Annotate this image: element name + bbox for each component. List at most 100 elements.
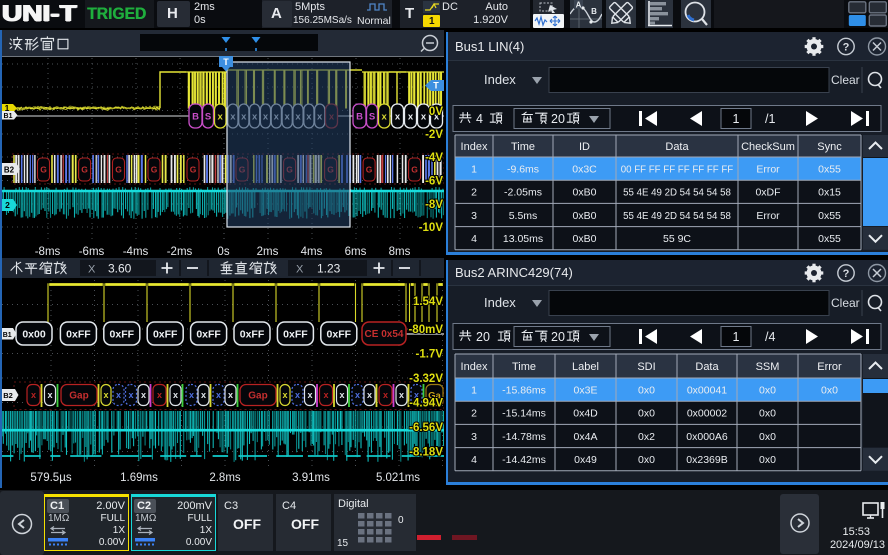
svg-text:3: 3 <box>471 210 477 222</box>
svg-text:0x0: 0x0 <box>638 384 655 396</box>
svg-text:3: 3 <box>471 431 477 443</box>
svg-text:ID: ID <box>579 141 590 153</box>
svg-text:SDI: SDI <box>637 361 655 373</box>
svg-text:Index: Index <box>461 141 488 153</box>
svg-text:20: 20 <box>551 112 565 126</box>
svg-text:-6.56V: -6.56V <box>409 422 443 434</box>
svg-text:0x000A6: 0x000A6 <box>686 431 728 443</box>
svg-text:4: 4 <box>471 454 477 466</box>
svg-text:-8V: -8V <box>425 199 443 211</box>
svg-text:Error: Error <box>817 361 842 373</box>
svg-text:x: x <box>128 390 133 400</box>
svg-text:G: G <box>151 165 158 175</box>
svg-text:x: x <box>216 390 221 400</box>
svg-text:0xFF: 0xFF <box>327 328 352 340</box>
svg-text:x: x <box>421 111 427 122</box>
svg-text:0xDF: 0xDF <box>755 187 780 199</box>
svg-text:8ms: 8ms <box>389 246 411 258</box>
svg-text:13.05ms: 13.05ms <box>503 233 543 245</box>
svg-text:-10V: -10V <box>419 222 444 234</box>
svg-text:x: x <box>367 390 372 400</box>
svg-text:x: x <box>103 390 108 400</box>
svg-text:Error: Error <box>756 163 780 175</box>
svg-text:x: x <box>382 111 388 122</box>
svg-text:1.54V: 1.54V <box>413 296 443 308</box>
svg-text:-4V: -4V <box>425 152 443 164</box>
svg-text:T: T <box>433 81 439 91</box>
svg-text:20: 20 <box>551 330 565 344</box>
svg-text:0x0: 0x0 <box>638 408 655 420</box>
svg-text:x: x <box>408 111 414 122</box>
svg-text:0x3C: 0x3C <box>572 163 597 175</box>
svg-text:0x0: 0x0 <box>759 431 776 443</box>
svg-text:X: X <box>296 264 304 276</box>
svg-text:-3.32V: -3.32V <box>409 373 443 385</box>
svg-text:5.021ms: 5.021ms <box>376 472 420 484</box>
svg-text:2.8ms: 2.8ms <box>209 472 241 484</box>
svg-text:x: x <box>228 390 233 400</box>
svg-text:1: 1 <box>471 384 477 396</box>
svg-text:0x55: 0x55 <box>818 210 841 222</box>
svg-text:0x15: 0x15 <box>818 187 841 199</box>
svg-text:x: x <box>395 111 401 122</box>
svg-text:G: G <box>40 165 47 175</box>
svg-text:X: X <box>88 264 96 276</box>
svg-text:0x2: 0x2 <box>638 431 655 443</box>
svg-text:0x49: 0x49 <box>574 454 597 466</box>
svg-text:?: ? <box>843 42 850 54</box>
svg-text:-4ms: -4ms <box>123 246 149 258</box>
svg-text:1.23: 1.23 <box>317 262 341 276</box>
svg-text:0x4D: 0x4D <box>573 408 598 420</box>
svg-text:1.69ms: 1.69ms <box>120 472 158 484</box>
svg-text:4: 4 <box>476 112 483 126</box>
svg-text:4ms: 4ms <box>301 246 323 258</box>
svg-text:Data: Data <box>695 361 719 373</box>
svg-text:x: x <box>116 390 121 400</box>
svg-text:/1: /1 <box>765 112 775 126</box>
svg-text:B2: B2 <box>4 165 15 174</box>
svg-text:0s: 0s <box>217 246 229 258</box>
svg-text:1: 1 <box>733 330 740 344</box>
svg-text:Gap: Gap <box>248 391 267 402</box>
svg-text:x: x <box>307 390 312 400</box>
svg-text:T: T <box>223 57 229 67</box>
svg-text:x: x <box>141 390 146 400</box>
svg-text:Index: Index <box>461 361 488 373</box>
svg-text:4: 4 <box>471 233 477 245</box>
svg-text:x: x <box>399 390 404 400</box>
svg-text:-8.18V: -8.18V <box>409 447 443 459</box>
svg-text:x: x <box>355 390 360 400</box>
svg-text:CE 0x54: CE 0x54 <box>365 329 404 340</box>
svg-text:-9.6ms: -9.6ms <box>507 163 539 175</box>
svg-text:B2: B2 <box>3 391 13 400</box>
svg-text:G: G <box>190 165 197 175</box>
svg-text:20: 20 <box>476 330 490 344</box>
svg-text:G: G <box>115 165 122 175</box>
svg-text:0xFF: 0xFF <box>240 328 265 340</box>
svg-text:x: x <box>282 390 287 400</box>
svg-text:0xB0: 0xB0 <box>573 210 597 222</box>
svg-text:Time: Time <box>512 361 536 373</box>
svg-text:6ms: 6ms <box>345 246 367 258</box>
svg-text:-2.05ms: -2.05ms <box>504 187 542 199</box>
svg-text:0xFF: 0xFF <box>110 328 135 340</box>
svg-text:-14.78ms: -14.78ms <box>502 431 546 443</box>
svg-text:579.5µs: 579.5µs <box>30 472 71 484</box>
svg-text:x: x <box>31 390 36 400</box>
svg-text:0x0: 0x0 <box>759 384 776 396</box>
svg-text:x: x <box>157 390 162 400</box>
svg-text:G: G <box>366 165 373 175</box>
svg-text:-2V: -2V <box>425 129 443 141</box>
svg-text:-6ms: -6ms <box>79 246 105 258</box>
svg-text:-15.14ms: -15.14ms <box>502 408 546 420</box>
svg-text:G: G <box>81 165 88 175</box>
svg-text:0x00002: 0x00002 <box>687 408 727 420</box>
svg-text:55 4E 49 2D 54 54 54 58: 55 4E 49 2D 54 54 54 58 <box>623 211 731 222</box>
svg-text:1: 1 <box>733 112 740 126</box>
svg-text:x: x <box>339 390 344 400</box>
svg-text:3.91ms: 3.91ms <box>292 472 330 484</box>
svg-text:S: S <box>205 111 211 122</box>
svg-text:0x0: 0x0 <box>821 384 838 396</box>
svg-text:1: 1 <box>471 163 477 175</box>
svg-text:0x00: 0x00 <box>22 328 46 340</box>
